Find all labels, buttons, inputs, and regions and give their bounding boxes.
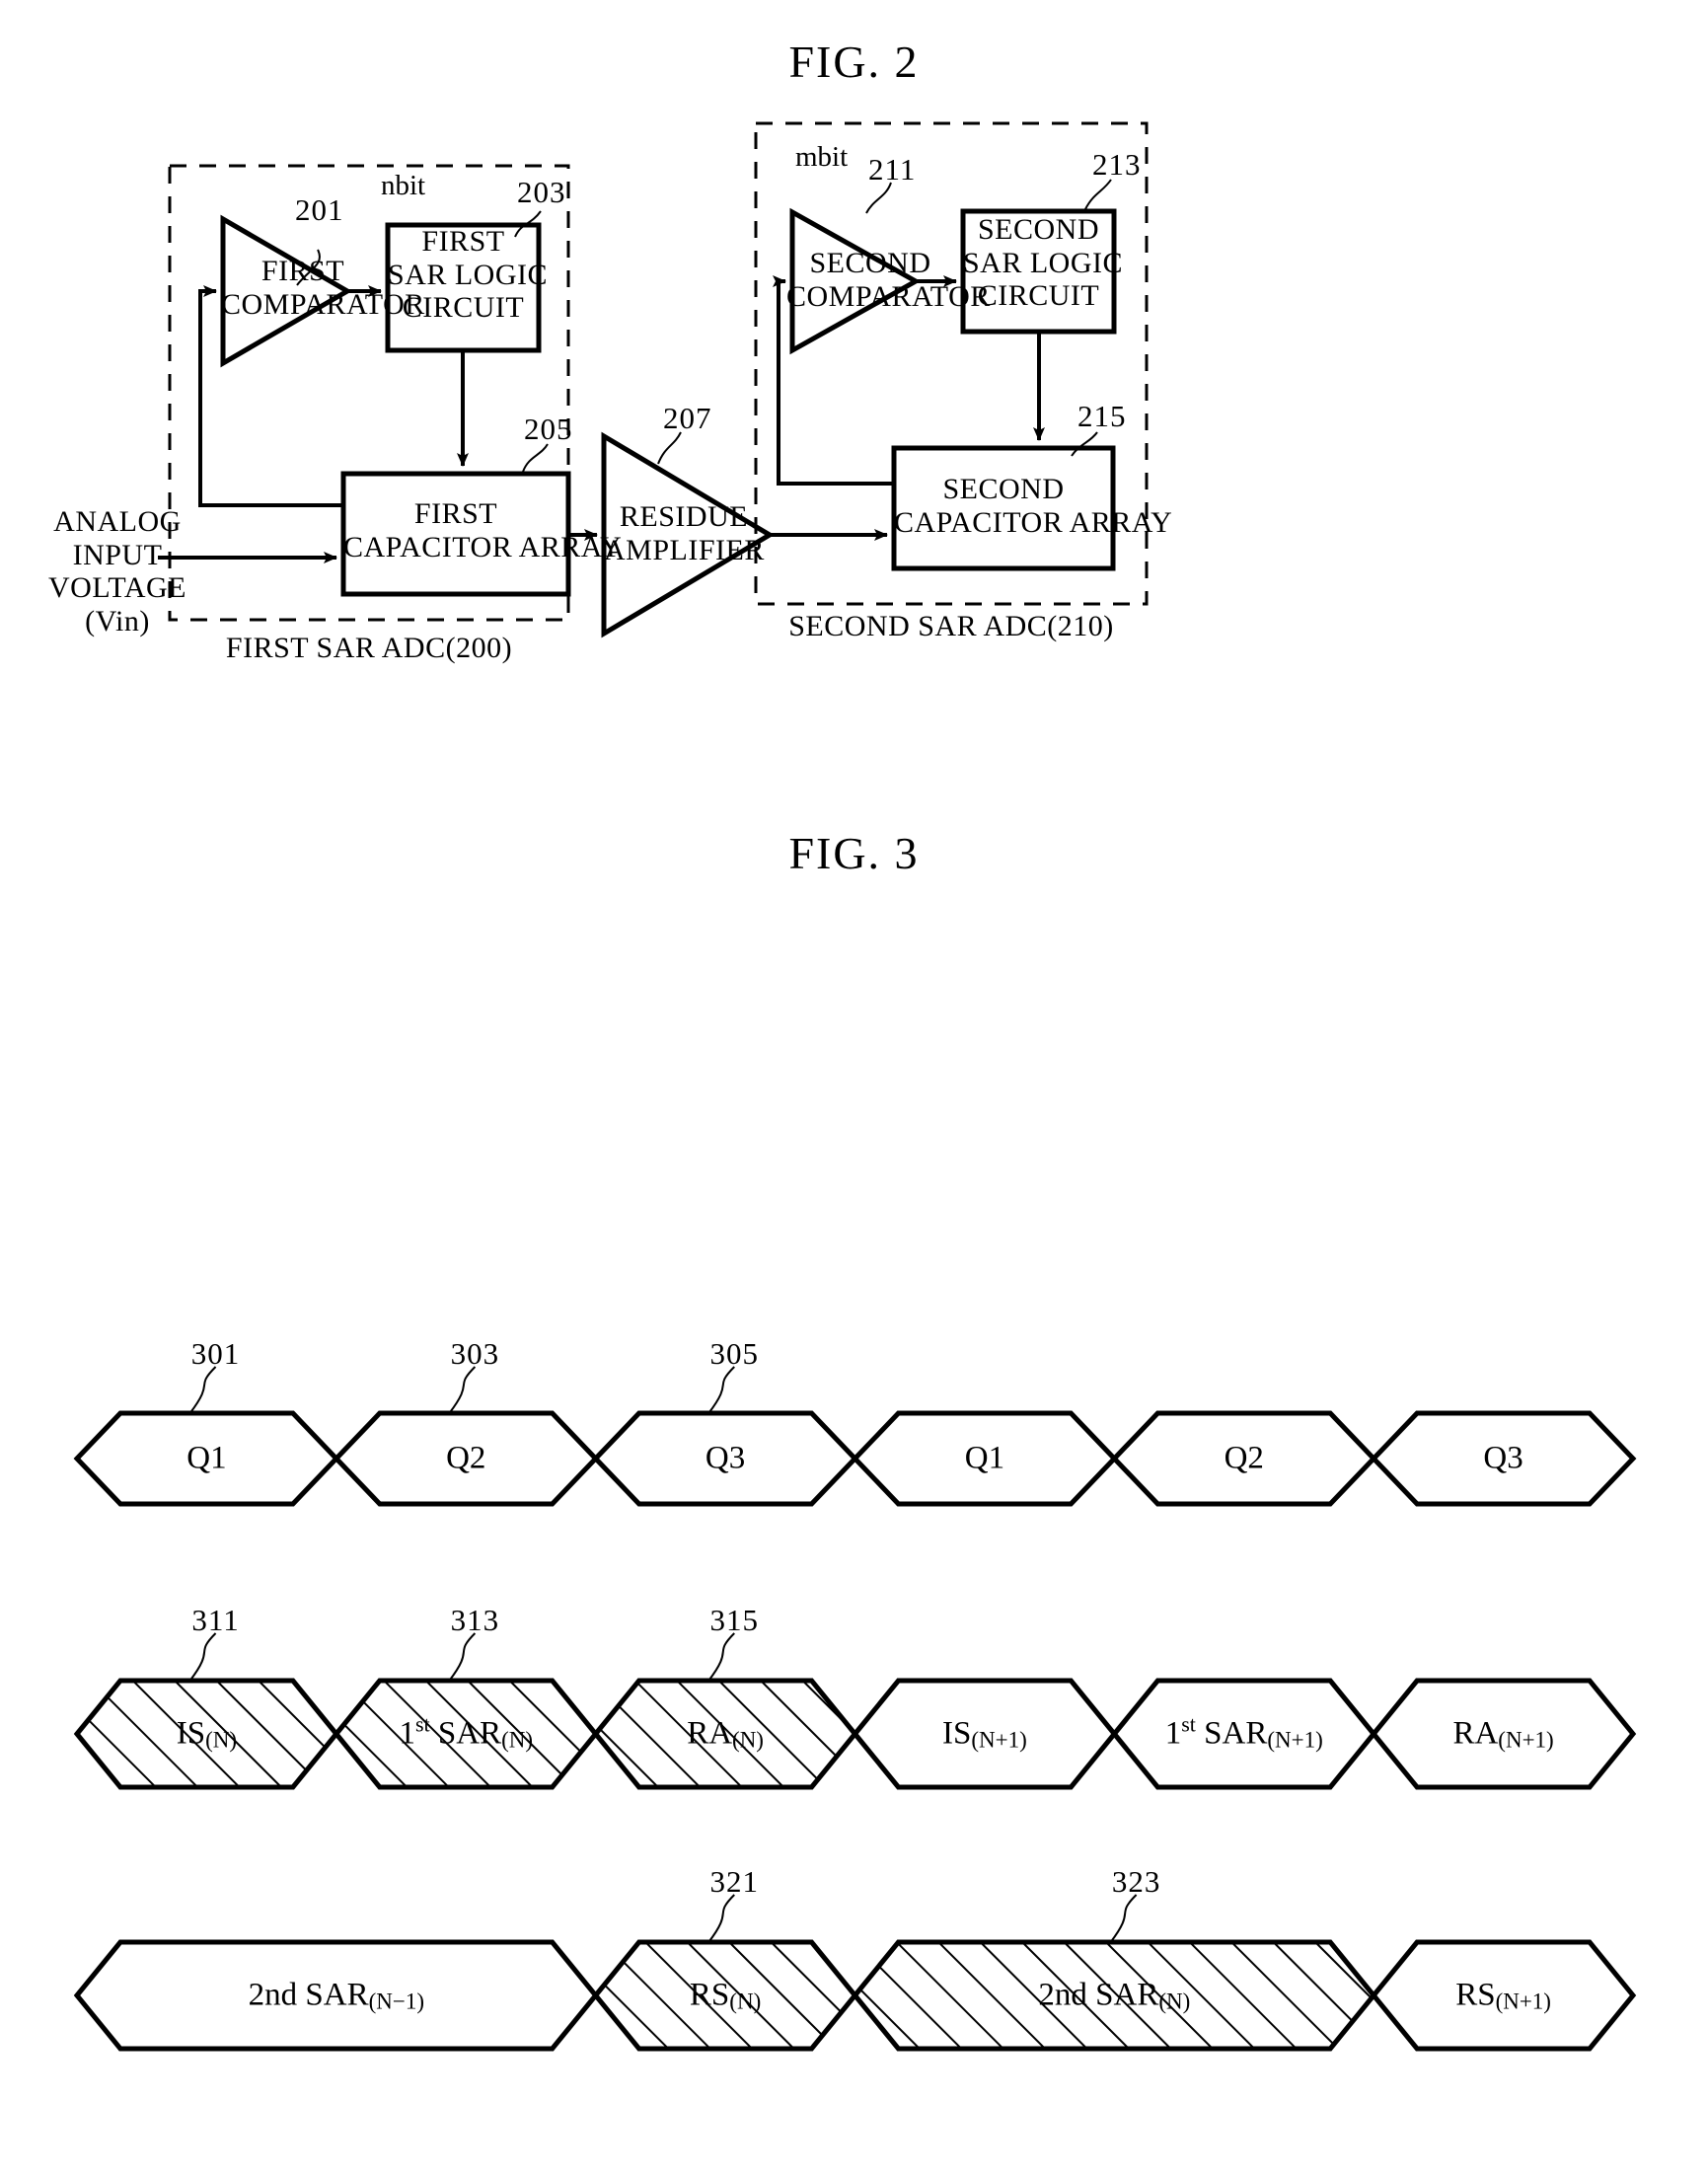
timing-cell-label: Q3: [705, 1440, 746, 1476]
timing-ref-leader: [1109, 1894, 1138, 1943]
timing-ref-numeral: 303: [450, 1336, 500, 1371]
timing-cell-label: RS(N): [689, 1977, 762, 2014]
timing-cell-label: Q1: [964, 1440, 1005, 1476]
timing-ref-numeral: 313: [450, 1603, 500, 1637]
timing-ref-numeral: 315: [709, 1603, 759, 1637]
timing-cell-label: Q3: [1483, 1440, 1523, 1476]
timing-cell-label: Q1: [186, 1440, 227, 1476]
timing-cell-label: Q2: [446, 1440, 486, 1476]
timing-cell-label: 2nd SAR(N): [1038, 1977, 1191, 2014]
timing-cell-label: 2nd SAR(N−1): [248, 1977, 425, 2014]
timing-cell-label: 1st SAR(N): [399, 1711, 534, 1753]
timing-ref-leader: [707, 1894, 735, 1943]
timing-ref-leader: [707, 1366, 735, 1414]
timing-cell-label: Q2: [1224, 1440, 1264, 1476]
timing-cell-label: IS(N): [176, 1715, 238, 1753]
timing-ref-numeral: 301: [190, 1336, 241, 1371]
timing-cell-label: 1st SAR(N+1): [1164, 1711, 1323, 1753]
timing-ref-numeral: 323: [1111, 1864, 1161, 1899]
timing-cell-label: RS(N+1): [1455, 1977, 1551, 2014]
timing-cell-label: IS(N+1): [942, 1715, 1027, 1753]
timing-ref-leader: [448, 1366, 477, 1414]
timing-ref-leader: [188, 1366, 217, 1414]
timing-cell-label: RA(N): [687, 1715, 764, 1753]
patent-drawing-page: FIG. 2 201 203 205 207 211 213 215 nbit …: [0, 0, 1708, 2176]
timing-ref-numeral: 305: [709, 1336, 759, 1371]
timing-ref-leader: [707, 1632, 735, 1682]
figure-3-drawing: [73, 1366, 1637, 2052]
timing-cell-label: RA(N+1): [1452, 1715, 1554, 1753]
timing-ref-leader: [188, 1632, 217, 1682]
timing-ref-numeral: 311: [191, 1603, 240, 1637]
timing-ref-leader: [448, 1632, 477, 1682]
timing-ref-numeral: 321: [709, 1864, 759, 1899]
